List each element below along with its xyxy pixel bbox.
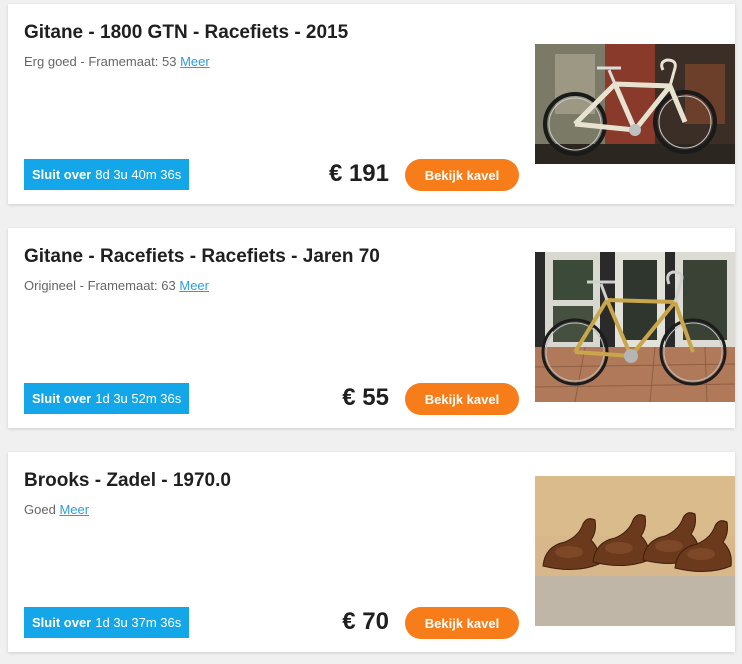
listing-photo[interactable] — [535, 252, 735, 402]
racing-bike-photo — [535, 44, 735, 164]
more-link[interactable]: Meer — [180, 54, 210, 69]
closing-label: Sluit over — [32, 615, 92, 630]
listing-card[interactable]: Brooks - Zadel - 1970.0 Goed Meer Sluit … — [8, 452, 735, 652]
listing-details: Erg goed - Framemaat: 53 Meer — [24, 54, 210, 69]
listing-card[interactable]: Gitane - Racefiets - Racefiets - Jaren 7… — [8, 228, 735, 428]
closing-time-badge: Sluit over 1d 3u 37m 36s — [24, 607, 190, 638]
view-lot-button[interactable]: Bekijk kavel — [405, 383, 519, 415]
listing-price: € 191 — [328, 160, 389, 187]
more-link[interactable]: Meer — [59, 502, 89, 517]
listing-card[interactable]: Gitane - 1800 GTN - Racefiets - 2015 Erg… — [8, 4, 735, 204]
closing-countdown: 1d 3u 37m 36s — [95, 615, 182, 630]
closing-time-badge: Sluit over 1d 3u 52m 36s — [24, 383, 190, 414]
saddles-photo — [535, 476, 735, 626]
listing-condition: Goed — [24, 502, 56, 517]
listing-info: Gitane - Racefiets - Racefiets - Jaren 7… — [8, 228, 535, 428]
closing-label: Sluit over — [32, 167, 92, 182]
listing-info: Gitane - 1800 GTN - Racefiets - 2015 Erg… — [8, 4, 535, 204]
listing-price: € 55 — [342, 384, 389, 411]
listing-photo[interactable] — [535, 44, 735, 164]
listing-condition: Erg goed - Framemaat: 53 — [24, 54, 177, 69]
listing-photo[interactable] — [535, 476, 735, 626]
listing-details: Origineel - Framemaat: 63 Meer — [24, 278, 209, 293]
more-link[interactable]: Meer — [179, 278, 209, 293]
listing-condition: Origineel - Framemaat: 63 — [24, 278, 176, 293]
view-lot-button[interactable]: Bekijk kavel — [405, 607, 519, 639]
closing-label: Sluit over — [32, 391, 92, 406]
listing-info: Brooks - Zadel - 1970.0 Goed Meer Sluit … — [8, 452, 535, 652]
closing-countdown: 8d 3u 40m 36s — [95, 167, 182, 182]
listing-title[interactable]: Gitane - Racefiets - Racefiets - Jaren 7… — [24, 246, 380, 268]
listing-title[interactable]: Brooks - Zadel - 1970.0 — [24, 470, 231, 492]
listing-title[interactable]: Gitane - 1800 GTN - Racefiets - 2015 — [24, 22, 348, 44]
listing-details: Goed Meer — [24, 502, 89, 517]
listing-price: € 70 — [342, 608, 389, 635]
view-lot-button[interactable]: Bekijk kavel — [405, 159, 519, 191]
closing-countdown: 1d 3u 52m 36s — [95, 391, 182, 406]
closing-time-badge: Sluit over 8d 3u 40m 36s — [24, 159, 190, 190]
vintage-bike-photo — [535, 252, 735, 402]
